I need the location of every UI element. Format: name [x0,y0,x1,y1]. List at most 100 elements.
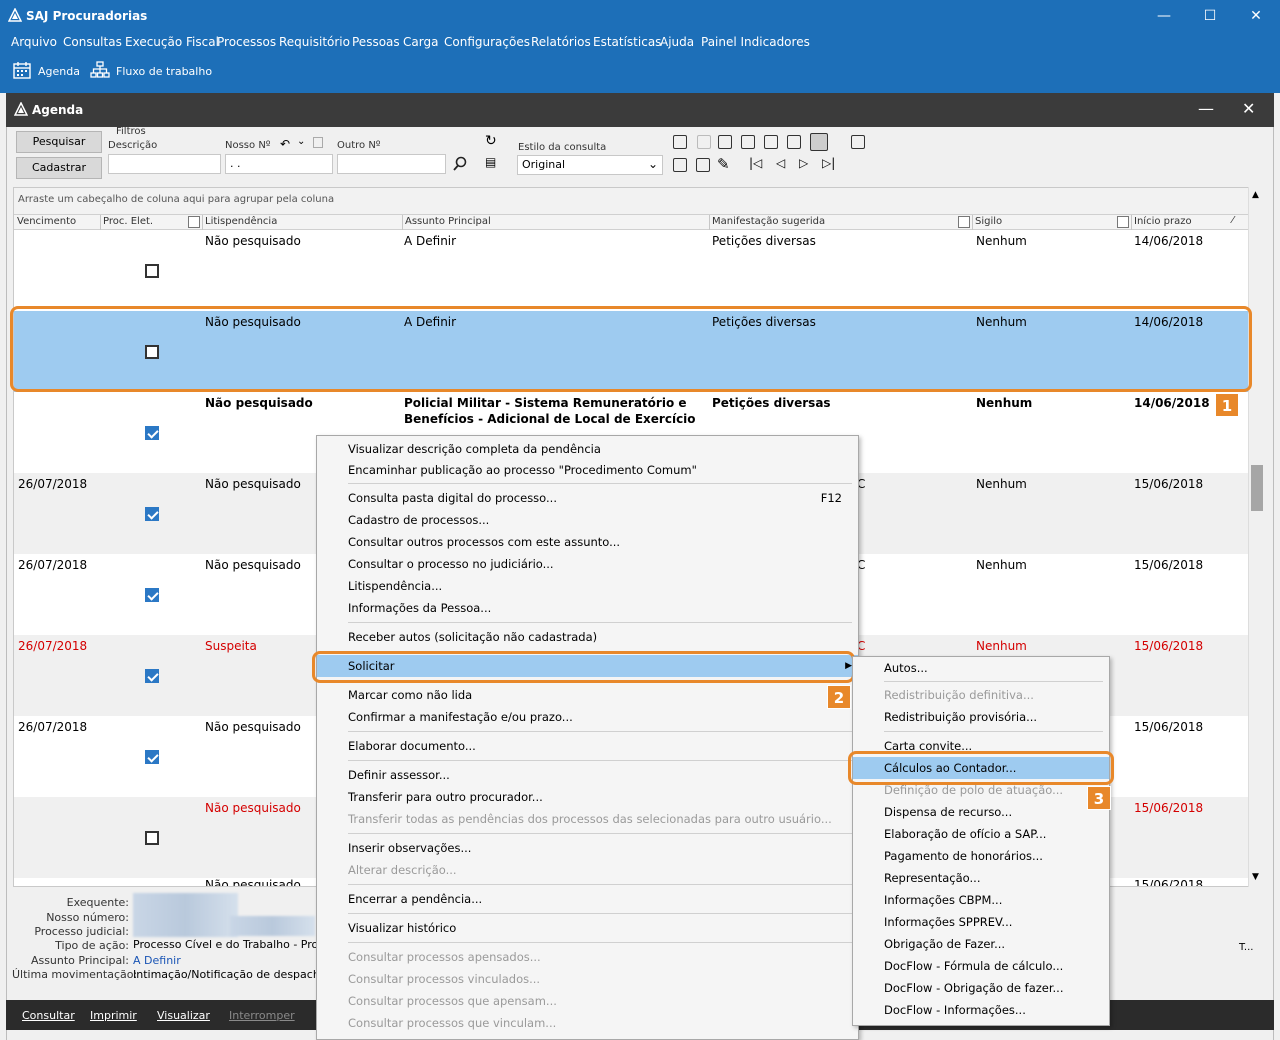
filter-icon[interactable] [1117,216,1129,228]
grid-view-icon[interactable] [810,133,828,151]
cadastrar-button[interactable]: Cadastrar [16,157,102,179]
menu-processos[interactable]: Processos [217,35,276,49]
submenu-docflow-obrigacao[interactable]: DocFlow - Obrigação de fazer... [853,977,1109,999]
save-icon[interactable] [673,158,687,172]
chevron-down-icon[interactable]: ⌄ [297,136,305,147]
proc-elet-checkbox[interactable] [145,426,159,440]
minimize-window-button[interactable]: — [1141,4,1187,28]
menu-inserir-observacoes[interactable]: Inserir observações... [317,837,858,859]
menu-execucao-fiscal[interactable]: Execução Fiscal [125,35,219,49]
column-inicio-prazo[interactable]: Início prazo [1134,216,1192,227]
submenu-informacoes-cbpm[interactable]: Informações CBPM... [853,889,1109,911]
menu-relatorios[interactable]: Relatórios [531,35,591,49]
sort-icon[interactable]: ⁄ [1232,215,1234,226]
copy-icon[interactable] [313,137,323,148]
submenu-redistribuicao-provisoria[interactable]: Redistribuição provisória... [853,706,1109,728]
trash-icon[interactable] [696,158,710,172]
menu-encerrar-pendencia[interactable]: Encerrar a pendência... [317,888,858,910]
submenu-dispensa-recurso[interactable]: Dispensa de recurso... [853,801,1109,823]
menu-consultas[interactable]: Consultas [63,35,122,49]
prev-page-icon[interactable]: ◁ [776,156,785,170]
menu-transferir-procurador[interactable]: Transferir para outro procurador... [317,786,858,808]
menu-elaborar-documento[interactable]: Elaborar documento... [317,735,858,757]
grid-vertical-scrollbar[interactable]: ▲ ▼ [1248,187,1265,887]
maximize-window-button[interactable]: ☐ [1187,4,1233,28]
menu-marcar-nao-lida[interactable]: Marcar como não lida [317,684,858,706]
submenu-representacao[interactable]: Representação... [853,867,1109,889]
column-litispendencia[interactable]: Litispendência [205,216,277,227]
menu-litispendencia[interactable]: Litispendência... [317,575,858,597]
agenda-minimize-button[interactable]: — [1198,99,1214,118]
menu-definir-assessor[interactable]: Definir assessor... [317,764,858,786]
pesquisar-button[interactable]: Pesquisar [16,131,102,153]
proc-elet-checkbox[interactable] [145,750,159,764]
list-icon[interactable] [718,135,732,149]
menu-pessoas[interactable]: Pessoas [352,35,400,49]
filter-icon[interactable] [188,216,200,228]
scroll-down-icon[interactable]: ▼ [1252,872,1259,882]
last-page-icon[interactable]: ▷| [822,156,835,170]
refresh-icon[interactable]: ↻ [485,133,497,149]
proc-elet-checkbox[interactable] [145,507,159,521]
submenu-informacoes-spprev[interactable]: Informações SPPREV... [853,911,1109,933]
menu-configuracoes[interactable]: Configurações [444,35,530,49]
nosso-no-input[interactable]: . . [225,154,333,174]
proc-elet-checkbox[interactable] [145,831,159,845]
menu-consultar-outros-processos[interactable]: Consultar outros processos com este assu… [317,531,858,553]
menu-painel-indicadores[interactable]: Painel Indicadores [701,35,810,49]
proc-elet-checkbox[interactable] [145,588,159,602]
agenda-close-button[interactable]: ✕ [1242,99,1255,118]
column-sigilo[interactable]: Sigilo [975,216,1002,227]
menu-encaminhar-publicacao[interactable]: Encaminhar publicação ao processo "Proce… [317,459,858,481]
column-vencimento[interactable]: Vencimento [17,216,76,227]
table-icon[interactable] [787,135,801,149]
proc-elet-checkbox[interactable] [145,264,159,278]
column-assunto-principal[interactable]: Assunto Principal [405,216,491,227]
close-window-button[interactable]: ✕ [1233,4,1279,28]
imprimir-button[interactable]: Imprimir [90,1009,137,1022]
menu-visualizar-descricao[interactable]: Visualizar descrição completa da pendênc… [317,438,858,460]
outro-no-input[interactable] [337,154,446,174]
menu-requisitorio[interactable]: Requisitório [279,35,350,49]
submenu-docflow-formula[interactable]: DocFlow - Fórmula de cálculo... [853,955,1109,977]
column-proc-elet[interactable]: Proc. Elet. [103,216,153,227]
menu-estatisticas[interactable]: Estatísticas [593,35,661,49]
first-page-icon[interactable]: |◁ [749,156,762,170]
column-manifestacao-sugerida[interactable]: Manifestação sugerida [712,216,825,227]
filter-icon[interactable] [958,216,970,228]
columns-icon[interactable] [764,135,778,149]
next-page-icon[interactable]: ▷ [799,156,808,170]
menu-consultar-judiciario[interactable]: Consultar o processo no judiciário... [317,553,858,575]
search-icon[interactable] [452,156,468,172]
submenu-autos[interactable]: Autos... [853,657,1109,679]
undo-icon[interactable]: ↶ [280,137,290,151]
menu-arquivo[interactable]: Arquivo [11,35,57,49]
submenu-oficio-sap[interactable]: Elaboração de ofício a SAP... [853,823,1109,845]
toolbar-agenda-button[interactable]: Agenda [38,65,80,78]
submenu-pagamento-honorarios[interactable]: Pagamento de honorários... [853,845,1109,867]
menu-visualizar-historico[interactable]: Visualizar histórico [317,917,858,939]
table-row[interactable]: Não pesquisado A Definir Petições divers… [14,230,1248,311]
pencil-icon[interactable]: ✎ [717,155,730,173]
menu-carga[interactable]: Carga [403,35,438,49]
menu-ajuda[interactable]: Ajuda [660,35,694,49]
tree-icon[interactable] [741,135,755,149]
scroll-up-icon[interactable]: ▲ [1252,190,1259,200]
toolbar-fluxo-button[interactable]: Fluxo de trabalho [116,65,212,78]
submenu-obrigacao-fazer[interactable]: Obrigação de Fazer... [853,933,1109,955]
menu-receber-autos[interactable]: Receber autos (solicitação não cadastrad… [317,626,858,648]
proc-elet-checkbox[interactable] [145,669,159,683]
descricao-input[interactable] [108,154,221,174]
message-icon[interactable]: ▤ [485,155,496,169]
menu-confirmar-manifestacao[interactable]: Confirmar a manifestação e/ou prazo... [317,706,858,728]
menu-consulta-pasta-digital[interactable]: Consulta pasta digital do processo... F12 [317,487,858,509]
excel-icon[interactable] [673,135,687,149]
assunto-principal-link[interactable]: A Definir [133,954,181,967]
menu-informacoes-pessoa[interactable]: Informações da Pessoa... [317,597,858,619]
print-preview-icon[interactable] [851,135,865,149]
submenu-docflow-informacoes[interactable]: DocFlow - Informações... [853,999,1109,1021]
menu-cadastro-processos[interactable]: Cadastro de processos... [317,509,858,531]
scrollbar-thumb[interactable] [1251,465,1263,511]
visualizar-button[interactable]: Visualizar [157,1009,210,1022]
estilo-consulta-select[interactable]: Original ⌄ [517,155,663,175]
